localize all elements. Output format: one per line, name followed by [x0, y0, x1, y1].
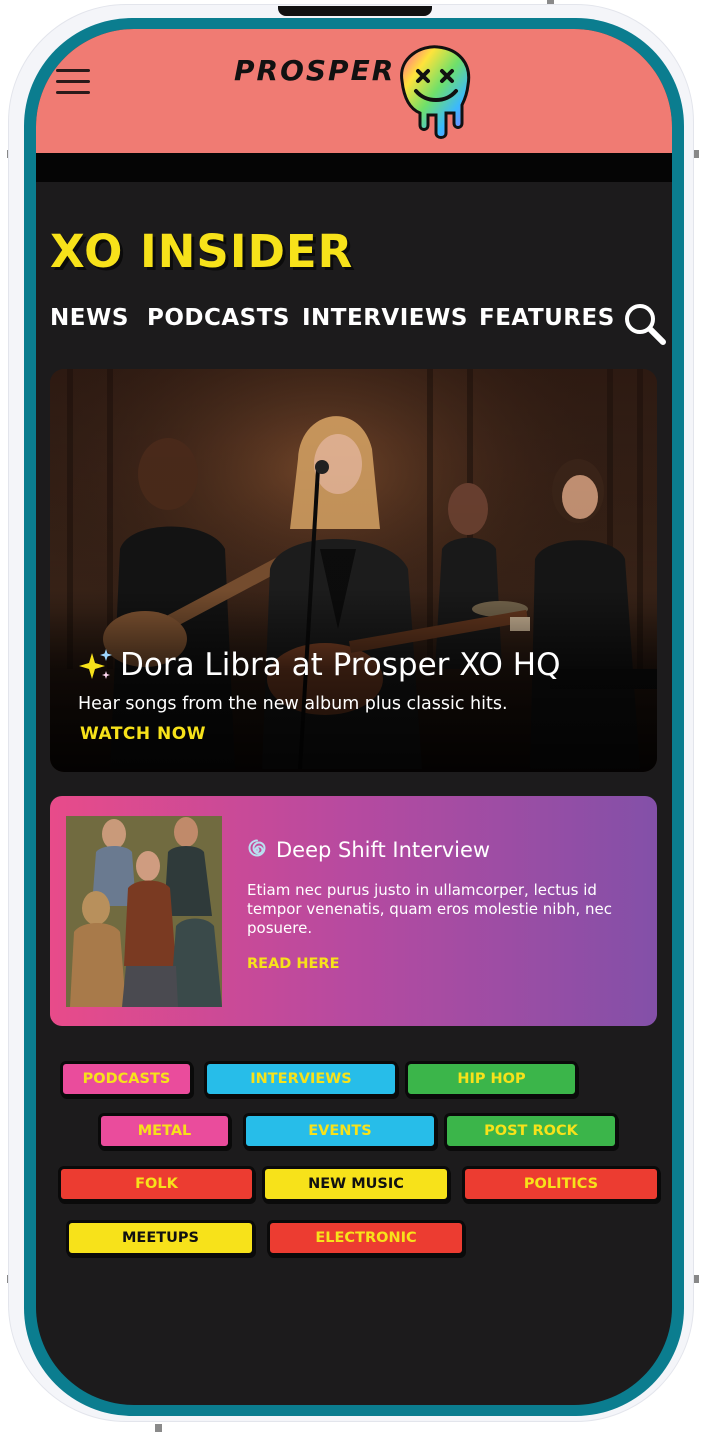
band-photo [66, 816, 222, 1007]
tag-interviews[interactable]: INTERVIEWS [204, 1061, 398, 1097]
nav-item-podcasts[interactable]: PODCASTS [147, 305, 290, 331]
spiral-icon [248, 839, 266, 857]
tag-electronic[interactable]: ELECTRONIC [267, 1220, 465, 1256]
search-icon[interactable] [622, 301, 668, 347]
tag-metal[interactable]: METAL [98, 1113, 231, 1149]
hamburger-menu-icon[interactable] [56, 69, 92, 95]
section-title: XO INSIDER [50, 225, 354, 278]
sparkle-icon [79, 649, 112, 679]
tag-folk[interactable]: FOLK [58, 1166, 255, 1202]
hero-feature-card[interactable]: Dora Libra at Prosper XO HQ Hear songs f… [50, 369, 657, 772]
card-body: Etiam nec purus justo in ullamcorper, le… [247, 881, 612, 937]
phone-notch [278, 6, 432, 16]
card-title-row: Deep Shift Interview [246, 838, 490, 862]
tag-podcasts[interactable]: PODCASTS [60, 1061, 193, 1097]
hero-title-row: Dora Libra at Prosper XO HQ [78, 647, 561, 683]
tag-meetups[interactable]: MEETUPS [66, 1220, 255, 1256]
nav-item-interviews[interactable]: INTERVIEWS [302, 305, 468, 331]
app-header: PROSPER XO [36, 29, 672, 153]
read-here-link[interactable]: READ HERE [247, 956, 340, 972]
nav-item-news[interactable]: NEWS [50, 305, 129, 331]
watch-now-link[interactable]: WATCH NOW [80, 724, 206, 744]
app-screen: PROSPER XO XO INSIDER NEWS PODCASTS INTE… [36, 29, 672, 1405]
card-title: Deep Shift Interview [276, 838, 491, 862]
tag-events[interactable]: EVENTS [243, 1113, 437, 1149]
tag-politics[interactable]: POLITICS [462, 1166, 660, 1202]
hero-title: Dora Libra at Prosper XO HQ [120, 647, 561, 683]
hero-description: Hear songs from the new album plus class… [78, 694, 508, 714]
nav-item-features[interactable]: FEATURES [479, 305, 615, 331]
header-divider [36, 153, 672, 182]
tag-hip-hop[interactable]: HIP HOP [405, 1061, 578, 1097]
interview-card[interactable]: Deep Shift Interview Etiam nec purus jus… [50, 796, 657, 1026]
dripping-smiley-face-icon [400, 45, 471, 139]
tag-post-rock[interactable]: POST ROCK [444, 1113, 618, 1149]
tag-new-music[interactable]: NEW MUSIC [262, 1166, 450, 1202]
category-nav: NEWS PODCASTS INTERVIEWS FEATURES [50, 305, 670, 345]
